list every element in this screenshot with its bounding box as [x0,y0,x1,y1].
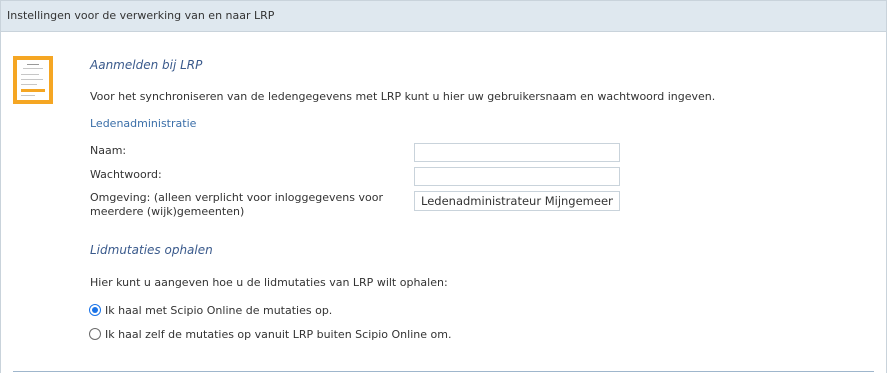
mutation-option-manual[interactable]: Ik haal zelf de mutaties op vanuit LRP b… [89,327,451,341]
mutation-option-scipio[interactable]: Ik haal met Scipio Online de mutaties op… [89,303,332,317]
mutations-section-title: Lidmutaties ophalen [90,243,213,257]
ledenadministratie-subheading: Ledenadministratie [90,117,197,130]
section-divider [13,371,874,372]
name-input[interactable] [414,143,620,162]
document-form-icon [13,56,53,104]
radio-manual[interactable] [89,328,101,340]
password-label: Wachtwoord: [90,168,162,181]
radio-scipio-selected[interactable] [89,304,101,316]
name-label: Naam: [90,144,127,157]
mutation-option-scipio-label: Ik haal met Scipio Online de mutaties op… [105,303,333,317]
login-description: Voor het synchroniseren van de ledengege… [90,90,716,103]
panel-header: Instellingen voor de verwerking van en n… [1,1,886,32]
login-section-title: Aanmelden bij LRP [90,58,203,72]
settings-panel: Instellingen voor de verwerking van en n… [0,0,887,373]
environment-input[interactable] [414,191,620,211]
environment-label: Omgeving: (alleen verplicht voor inlogge… [90,191,383,218]
mutations-description: Hier kunt u aangeven hoe u de lidmutatie… [90,276,448,289]
mutation-option-manual-label: Ik haal zelf de mutaties op vanuit LRP b… [105,327,452,341]
password-input[interactable] [414,167,620,186]
panel-title: Instellingen voor de verwerking van en n… [7,9,275,22]
